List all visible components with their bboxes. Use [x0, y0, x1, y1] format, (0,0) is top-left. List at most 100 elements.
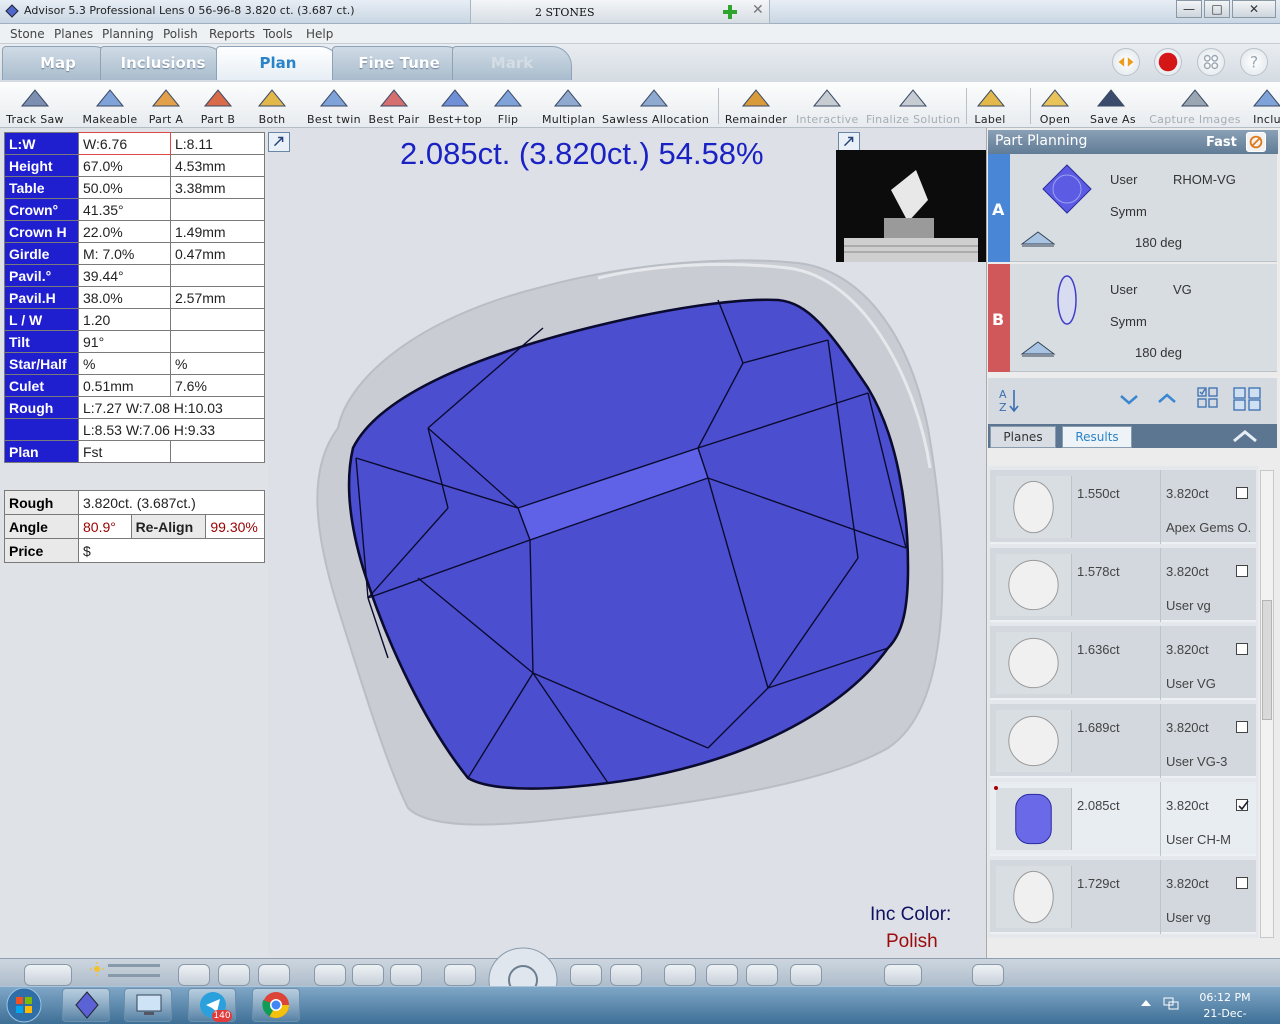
- result-item[interactable]: 1.689ct 3.820ct User VG-3: [990, 704, 1256, 778]
- taskbar-clock[interactable]: 06:12 PM 21-Dec-23: [1198, 990, 1252, 1024]
- collapse-icon[interactable]: [1230, 428, 1260, 444]
- result-item[interactable]: 1.636ct 3.820ct User VG: [990, 626, 1256, 700]
- result-item[interactable]: 2.085ct 3.820ct User CH-M: [990, 782, 1256, 856]
- menu-planes[interactable]: Planes: [54, 27, 93, 41]
- tab-plan[interactable]: Plan: [216, 46, 340, 80]
- result-checkbox[interactable]: [1236, 643, 1248, 655]
- tab-inclusions[interactable]: Inclusions: [100, 46, 226, 80]
- param-value-mm[interactable]: [170, 198, 265, 221]
- param-value-mm[interactable]: 1.49mm: [170, 220, 265, 243]
- tool-save-as[interactable]: Save As: [1090, 84, 1136, 128]
- tool-part-a[interactable]: Part A: [146, 84, 186, 128]
- side-view-button[interactable]: [218, 964, 250, 986]
- home-view-button[interactable]: [972, 964, 1004, 986]
- tab-fine-tune[interactable]: Fine Tune: [332, 46, 466, 80]
- param-value[interactable]: 50.0%: [78, 176, 171, 199]
- color-view-button[interactable]: [746, 964, 778, 986]
- result-checkbox[interactable]: [1236, 721, 1248, 733]
- settings-dots-icon[interactable]: [1197, 48, 1225, 76]
- tool-finalize-solution[interactable]: Finalize Solution: [866, 84, 960, 128]
- help-icon[interactable]: ?: [1240, 48, 1268, 76]
- result-item[interactable]: 1.550ct 3.820ct Apex Gems O.: [990, 470, 1256, 544]
- tool-inclu[interactable]: Inclu: [1250, 84, 1280, 128]
- tool-flip[interactable]: Flip: [488, 84, 528, 128]
- tool-label[interactable]: Label: [974, 84, 1006, 128]
- rotate-dial-icon[interactable]: [487, 944, 559, 988]
- crown-view-button[interactable]: [706, 964, 738, 986]
- menu-reports[interactable]: Reports: [209, 27, 255, 41]
- expand-photo-icon[interactable]: [838, 132, 860, 152]
- maximize-button[interactable]: □: [1204, 0, 1230, 18]
- result-checkbox[interactable]: [1236, 799, 1249, 811]
- tool-capture-images[interactable]: Capture Images: [1148, 84, 1242, 128]
- link-button[interactable]: [884, 964, 922, 986]
- expand-params-icon[interactable]: [268, 132, 290, 152]
- result-checkbox[interactable]: [1236, 565, 1248, 577]
- round-view-button[interactable]: [178, 964, 210, 986]
- tool-makeable[interactable]: Makeable: [82, 84, 138, 128]
- param-value[interactable]: Fst: [78, 440, 171, 463]
- result-checkbox[interactable]: [1236, 487, 1248, 499]
- menu-help[interactable]: Help: [306, 27, 333, 41]
- navigate-arrows-icon[interactable]: [1112, 48, 1140, 76]
- tab-planes[interactable]: Planes: [990, 426, 1056, 448]
- tool-best-pair[interactable]: Best Pair: [368, 84, 420, 128]
- tab-mark[interactable]: Mark: [452, 46, 572, 80]
- view-stone-button[interactable]: [24, 964, 72, 986]
- param-value-mm[interactable]: 7.6%: [170, 374, 265, 397]
- grid-view-icon[interactable]: [1232, 386, 1262, 412]
- record-icon[interactable]: [1154, 48, 1182, 76]
- chevron-down-icon[interactable]: [1118, 390, 1140, 410]
- param-value[interactable]: 91°: [78, 330, 171, 353]
- menu-stone[interactable]: Stone: [10, 27, 45, 41]
- tool-interactive[interactable]: Interactive: [796, 84, 858, 128]
- tool-multiplan[interactable]: Multiplan: [542, 84, 595, 128]
- add-tab-icon[interactable]: [721, 3, 739, 21]
- tray-arrow-icon[interactable]: [1140, 998, 1152, 1008]
- param-value[interactable]: 1.20: [78, 308, 171, 331]
- menu-polish[interactable]: Polish: [163, 27, 198, 41]
- network-icon[interactable]: [1162, 996, 1180, 1012]
- param-value-mm[interactable]: %: [170, 352, 265, 375]
- param-value-mm[interactable]: L:8.11: [170, 132, 265, 155]
- scroll-thumb[interactable]: [1262, 600, 1272, 720]
- outline-view-button[interactable]: [314, 964, 346, 986]
- planning-mode[interactable]: Fast: [1206, 135, 1237, 150]
- brightness-slider[interactable]: [108, 964, 160, 967]
- wire-view-button[interactable]: [390, 964, 422, 986]
- tool-track-saw[interactable]: Track Saw: [4, 84, 66, 128]
- tool-remainder[interactable]: Remainder: [724, 84, 788, 128]
- clear-icon[interactable]: [1246, 132, 1266, 152]
- param-value[interactable]: W:6.76: [78, 132, 171, 155]
- result-item[interactable]: 1.729ct 3.820ct User vg: [990, 860, 1256, 934]
- cut-view-button[interactable]: [790, 964, 822, 986]
- contrast-slider[interactable]: [108, 974, 160, 977]
- part-b-card[interactable]: B User VG Symm 180 deg: [988, 264, 1277, 372]
- param-value[interactable]: M: 7.0%: [78, 242, 171, 265]
- check-list-icon[interactable]: [1196, 386, 1220, 410]
- tab-map[interactable]: Map: [2, 46, 114, 80]
- start-button[interactable]: [2, 986, 46, 1024]
- menu-planning[interactable]: Planning: [102, 27, 154, 41]
- tool-open[interactable]: Open: [1038, 84, 1072, 128]
- param-value-mm[interactable]: [170, 308, 265, 331]
- param-value[interactable]: %: [78, 352, 171, 375]
- param-value[interactable]: 67.0%: [78, 154, 171, 177]
- minimize-button[interactable]: —: [1176, 0, 1202, 18]
- param-value-mm[interactable]: 2.57mm: [170, 286, 265, 309]
- stone-photo[interactable]: [836, 150, 986, 262]
- zoom-box-button[interactable]: [610, 964, 642, 986]
- param-value-mm[interactable]: [170, 330, 265, 353]
- tool-part-b[interactable]: Part B: [198, 84, 238, 128]
- param-value[interactable]: L:8.53 W:7.06 H:9.33: [78, 418, 265, 441]
- param-value-mm[interactable]: 3.38mm: [170, 176, 265, 199]
- param-value-mm[interactable]: [170, 264, 265, 287]
- part-a-card[interactable]: A User RHOM-VG Symm 180 deg: [988, 154, 1277, 262]
- top-view-button[interactable]: [258, 964, 290, 986]
- chevron-up-icon[interactable]: [1156, 388, 1178, 408]
- param-value[interactable]: 38.0%: [78, 286, 171, 309]
- close-button[interactable]: ✕: [1232, 0, 1276, 18]
- sort-az-icon[interactable]: AZ: [998, 386, 1020, 414]
- param-value[interactable]: 41.35°: [78, 198, 171, 221]
- result-checkbox[interactable]: [1236, 877, 1248, 889]
